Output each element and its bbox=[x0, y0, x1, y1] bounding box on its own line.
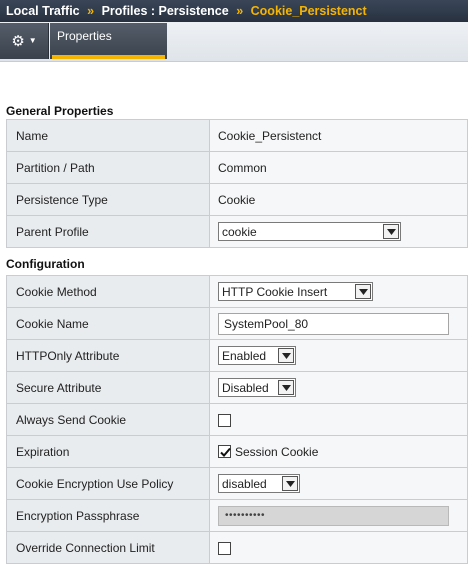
table-row: HTTPOnly Attribute Enabled bbox=[6, 339, 468, 372]
table-row: Expiration Session Cookie bbox=[6, 435, 468, 468]
persistence-type-value: Cookie bbox=[209, 183, 468, 216]
cookie-encryption-policy-label: Cookie Encryption Use Policy bbox=[6, 467, 210, 500]
override-connection-limit-cell bbox=[209, 531, 468, 564]
override-connection-limit-checkbox[interactable] bbox=[218, 541, 231, 555]
general-properties-heading: General Properties bbox=[6, 104, 114, 118]
configuration-table: Cookie Method HTTP Cookie Insert Cookie … bbox=[6, 275, 468, 564]
chevron-down-icon bbox=[278, 380, 294, 395]
expiration-cell: Session Cookie bbox=[209, 435, 468, 468]
encryption-passphrase-label: Encryption Passphrase bbox=[6, 499, 210, 532]
table-row: Cookie Method HTTP Cookie Insert bbox=[6, 275, 468, 308]
cookie-name-label: Cookie Name bbox=[6, 307, 210, 340]
tab-bar: ⚙ ▼ Properties bbox=[0, 22, 468, 62]
cookie-method-label: Cookie Method bbox=[6, 275, 210, 308]
parent-profile-cell: cookie bbox=[209, 215, 468, 248]
cookie-name-cell: SystemPool_80 bbox=[209, 307, 468, 340]
table-row: Always Send Cookie bbox=[6, 403, 468, 436]
breadcrumb-separator: » bbox=[87, 4, 95, 18]
tab-properties-label: Properties bbox=[57, 29, 112, 43]
configuration-heading: Configuration bbox=[6, 257, 85, 271]
httponly-attribute-cell: Enabled bbox=[209, 339, 468, 372]
override-connection-limit-label: Override Connection Limit bbox=[6, 531, 210, 564]
chevron-down-icon bbox=[383, 224, 399, 239]
cookie-encryption-policy-select[interactable]: disabled bbox=[218, 474, 300, 493]
encryption-passphrase-cell: •••••••••• bbox=[209, 499, 468, 532]
parent-profile-select[interactable]: cookie bbox=[218, 222, 401, 241]
gear-menu-button[interactable]: ⚙ ▼ bbox=[0, 23, 49, 59]
cookie-method-select[interactable]: HTTP Cookie Insert bbox=[218, 282, 373, 301]
cookie-name-input[interactable]: SystemPool_80 bbox=[218, 312, 449, 335]
persistence-type-label: Persistence Type bbox=[6, 183, 210, 216]
checkmark-icon bbox=[220, 448, 231, 458]
secure-attribute-label: Secure Attribute bbox=[6, 371, 210, 404]
expiration-label: Expiration bbox=[6, 435, 210, 468]
table-row: Cookie Name SystemPool_80 bbox=[6, 307, 468, 340]
chevron-down-icon bbox=[278, 348, 294, 363]
breadcrumb-separator: » bbox=[236, 4, 244, 18]
table-row: Secure Attribute Disabled bbox=[6, 371, 468, 404]
httponly-attribute-selected: Enabled bbox=[222, 348, 267, 363]
table-row: Override Connection Limit bbox=[6, 531, 468, 564]
table-row: Encryption Passphrase •••••••••• bbox=[6, 499, 468, 532]
session-cookie-checkbox[interactable] bbox=[218, 445, 231, 459]
always-send-cookie-cell bbox=[209, 403, 468, 436]
breadcrumb-profiles-persistence[interactable]: Profiles : Persistence bbox=[102, 4, 229, 18]
chevron-down-icon bbox=[355, 284, 371, 299]
chevron-down-icon bbox=[282, 476, 298, 491]
breadcrumb-local-traffic[interactable]: Local Traffic bbox=[6, 4, 80, 18]
name-value: Cookie_Persistenct bbox=[209, 119, 468, 152]
table-row: Persistence Type Cookie bbox=[6, 183, 468, 216]
table-row: Partition / Path Common bbox=[6, 151, 468, 184]
always-send-cookie-checkbox[interactable] bbox=[218, 413, 231, 427]
active-tab-indicator bbox=[52, 55, 165, 59]
cookie-method-selected: HTTP Cookie Insert bbox=[222, 284, 328, 299]
partition-path-label: Partition / Path bbox=[6, 151, 210, 184]
cookie-encryption-policy-cell: disabled bbox=[209, 467, 468, 500]
parent-profile-label: Parent Profile bbox=[6, 215, 210, 248]
cookie-encryption-policy-selected: disabled bbox=[222, 476, 267, 491]
cookie-method-cell: HTTP Cookie Insert bbox=[209, 275, 468, 308]
chevron-down-icon: ▼ bbox=[28, 36, 37, 45]
table-row: Name Cookie_Persistenct bbox=[6, 119, 468, 152]
table-row: Cookie Encryption Use Policy disabled bbox=[6, 467, 468, 500]
httponly-attribute-label: HTTPOnly Attribute bbox=[6, 339, 210, 372]
breadcrumb-current-profile: Cookie_Persistenct bbox=[250, 4, 367, 18]
secure-attribute-cell: Disabled bbox=[209, 371, 468, 404]
always-send-cookie-label: Always Send Cookie bbox=[6, 403, 210, 436]
tab-properties[interactable]: Properties bbox=[50, 23, 167, 59]
httponly-attribute-select[interactable]: Enabled bbox=[218, 346, 296, 365]
table-row: Parent Profile cookie bbox=[6, 215, 468, 248]
session-cookie-label: Session Cookie bbox=[235, 444, 319, 459]
encryption-passphrase-input[interactable]: •••••••••• bbox=[218, 505, 449, 526]
name-label: Name bbox=[6, 119, 210, 152]
partition-path-value: Common bbox=[209, 151, 468, 184]
parent-profile-selected: cookie bbox=[222, 224, 257, 239]
general-properties-table: Name Cookie_Persistenct Partition / Path… bbox=[6, 119, 468, 248]
secure-attribute-select[interactable]: Disabled bbox=[218, 378, 296, 397]
secure-attribute-selected: Disabled bbox=[222, 380, 269, 395]
breadcrumb: Local Traffic » Profiles : Persistence »… bbox=[0, 0, 468, 22]
gear-icon: ⚙ bbox=[11, 32, 25, 50]
